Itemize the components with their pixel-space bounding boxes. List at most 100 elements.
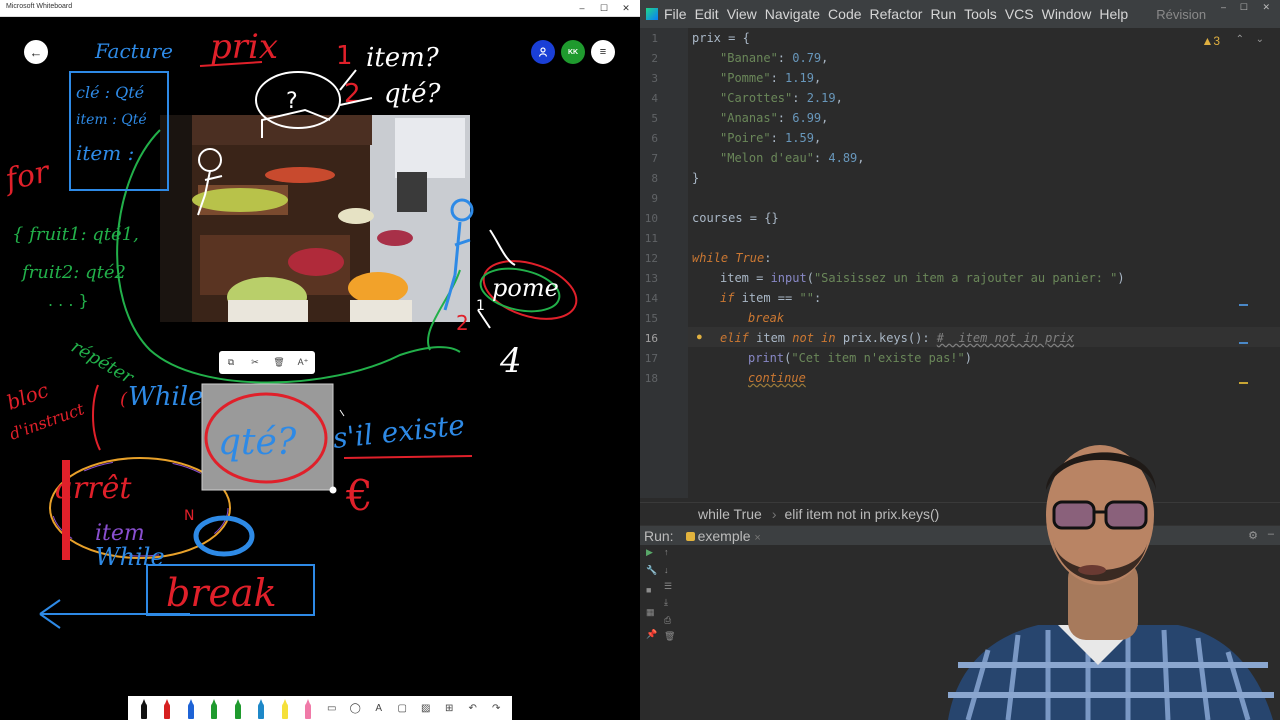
pen-2-icon[interactable] (159, 697, 175, 719)
pen-swatch (258, 699, 265, 719)
warnings-badge[interactable]: ▲3 (1201, 34, 1220, 48)
menu-window[interactable]: Window (1042, 6, 1092, 22)
line-number: 7 (651, 152, 658, 165)
lasso-icon[interactable]: ◯ (347, 697, 363, 719)
menu-refactor[interactable]: Refactor (870, 6, 923, 22)
menu-file[interactable]: File (664, 6, 687, 22)
pen-5-icon[interactable] (230, 697, 246, 719)
svg-text:While: While (95, 543, 165, 571)
arrow-up-icon[interactable]: ↑ (664, 547, 669, 557)
scroll-marker[interactable] (1239, 382, 1248, 384)
pen-1-icon[interactable] (136, 697, 152, 719)
scroll-end-icon[interactable]: ⤓ (664, 597, 668, 608)
breadcrumb-item[interactable]: while True (698, 506, 762, 522)
insert-icon[interactable]: ⊞ (441, 697, 457, 719)
avatar[interactable]: KK (561, 40, 585, 64)
pen-swatch (187, 699, 194, 719)
sticky-icon[interactable]: ▢ (394, 697, 410, 719)
ink-to-text-icon[interactable]: A⁺ (295, 357, 311, 368)
menu-run[interactable]: Run (930, 6, 956, 22)
svg-text:1: 1 (476, 298, 485, 314)
menu-vcs[interactable]: VCS (1005, 6, 1034, 22)
copy-icon[interactable]: ⧉ (223, 357, 239, 368)
line-number: 13 (644, 272, 658, 285)
svg-text:qté?: qté? (384, 79, 441, 109)
layout-icon[interactable]: ▦ (646, 607, 655, 618)
code-line-17: print("Cet item n'existe pas!") (748, 351, 972, 365)
pen-4-icon[interactable] (206, 697, 222, 719)
line-number: 8 (651, 172, 658, 185)
menu-tools[interactable]: Tools (964, 6, 997, 22)
pen-8-icon[interactable] (300, 697, 316, 719)
menu-code[interactable]: Code (828, 6, 861, 22)
run-toolbar: ▶ ↑ 🔧 ↓ ■ ☰ ▦ ⤓ ⎙ 📌 🗑 (640, 545, 678, 720)
svg-text:1: 1 (336, 41, 353, 71)
lightbulb-icon[interactable]: ● (696, 331, 703, 343)
line-number: 2 (651, 52, 658, 65)
code-line-3: "Pomme": 1.19, (720, 71, 822, 85)
whiteboard-canvas[interactable]: Facture clé : Qté item : Qté item : prix… (0, 0, 640, 720)
cut-icon[interactable]: ✂ (247, 357, 263, 368)
delete-icon[interactable]: 🗑 (271, 357, 287, 368)
wrench-icon[interactable]: 🔧 (646, 565, 657, 576)
menu-view[interactable]: View (727, 6, 757, 22)
pen-swatch (164, 699, 171, 719)
arrow-down-icon[interactable]: ↓ (664, 565, 669, 575)
svg-text:4: 4 (499, 341, 522, 381)
code-line-4: "Carottes": 2.19, (720, 91, 843, 105)
svg-text:?: ? (286, 89, 298, 114)
undo-icon[interactable]: ↶ (465, 697, 481, 719)
ruler-icon[interactable]: ▭ (324, 697, 340, 719)
code-line-18: continue (748, 371, 806, 385)
line-number: 14 (644, 292, 658, 305)
code-line-13: item = input("Saisissez un item a rajout… (720, 271, 1125, 285)
redo-icon[interactable]: ↷ (488, 697, 504, 719)
line-number: 17 (644, 352, 658, 365)
code-line-10: courses = {} (692, 211, 779, 225)
scroll-marker[interactable] (1239, 342, 1248, 344)
run-config-tab[interactable]: exemple × (685, 528, 761, 544)
code-line-14: if item == "": (720, 291, 822, 305)
svg-text:clé : Qté: clé : Qté (76, 83, 144, 102)
stop-icon[interactable]: ■ (646, 585, 651, 595)
project-name: Révision (1156, 6, 1207, 22)
scroll-marker[interactable] (1239, 304, 1248, 306)
close-tab-icon[interactable]: × (754, 532, 760, 544)
text-icon[interactable]: A (371, 697, 387, 719)
menu-icon[interactable]: ≡ (591, 40, 615, 64)
ide-maximize-button[interactable]: ☐ (1240, 2, 1248, 13)
market-photo[interactable] (160, 115, 470, 322)
line-number: 4 (651, 92, 658, 105)
trash-icon[interactable]: 🗑 (664, 631, 675, 642)
soft-wrap-icon[interactable]: ☰ (664, 581, 672, 592)
pin-icon[interactable]: 📌 (646, 629, 657, 640)
menu-help[interactable]: Help (1099, 6, 1128, 22)
image-icon[interactable]: ▨ (418, 697, 434, 719)
code-line-1: prix = { (692, 31, 750, 45)
svg-text:break: break (166, 571, 277, 615)
pen-6-icon[interactable] (253, 697, 269, 719)
ide-minimize-button[interactable]: – (1221, 2, 1226, 12)
code-line-5: "Ananas": 6.99, (720, 111, 829, 125)
chevron-up-icon[interactable]: ⌃ (1236, 34, 1244, 45)
code-line-2: "Banane": 0.79, (720, 51, 829, 65)
run-label: Run: (644, 527, 674, 544)
back-button[interactable]: ← (24, 40, 48, 64)
invite-person-icon[interactable] (531, 40, 555, 64)
svg-text:2: 2 (456, 311, 469, 335)
breadcrumb-item[interactable]: elif item not in prix.keys() (784, 506, 939, 522)
menu-edit[interactable]: Edit (695, 6, 719, 22)
svg-text:N: N (184, 508, 194, 524)
svg-text:arrêt: arrêt (55, 471, 132, 506)
menu-navigate[interactable]: Navigate (765, 6, 820, 22)
code-line-16: elif item not in prix.keys(): # item not… (720, 331, 1075, 345)
ide-close-button[interactable]: ✕ (1262, 2, 1270, 13)
rerun-icon[interactable]: ▶ (646, 547, 653, 558)
chevron-down-icon[interactable]: ⌄ (1256, 34, 1264, 45)
print-icon[interactable]: ⎙ (664, 615, 671, 626)
pen-7-icon[interactable] (277, 697, 293, 719)
line-number: 5 (651, 112, 658, 125)
code-line-7: "Melon d'eau": 4.89, (720, 151, 865, 165)
svg-text:for: for (0, 154, 53, 198)
pen-3-icon[interactable] (183, 697, 199, 719)
